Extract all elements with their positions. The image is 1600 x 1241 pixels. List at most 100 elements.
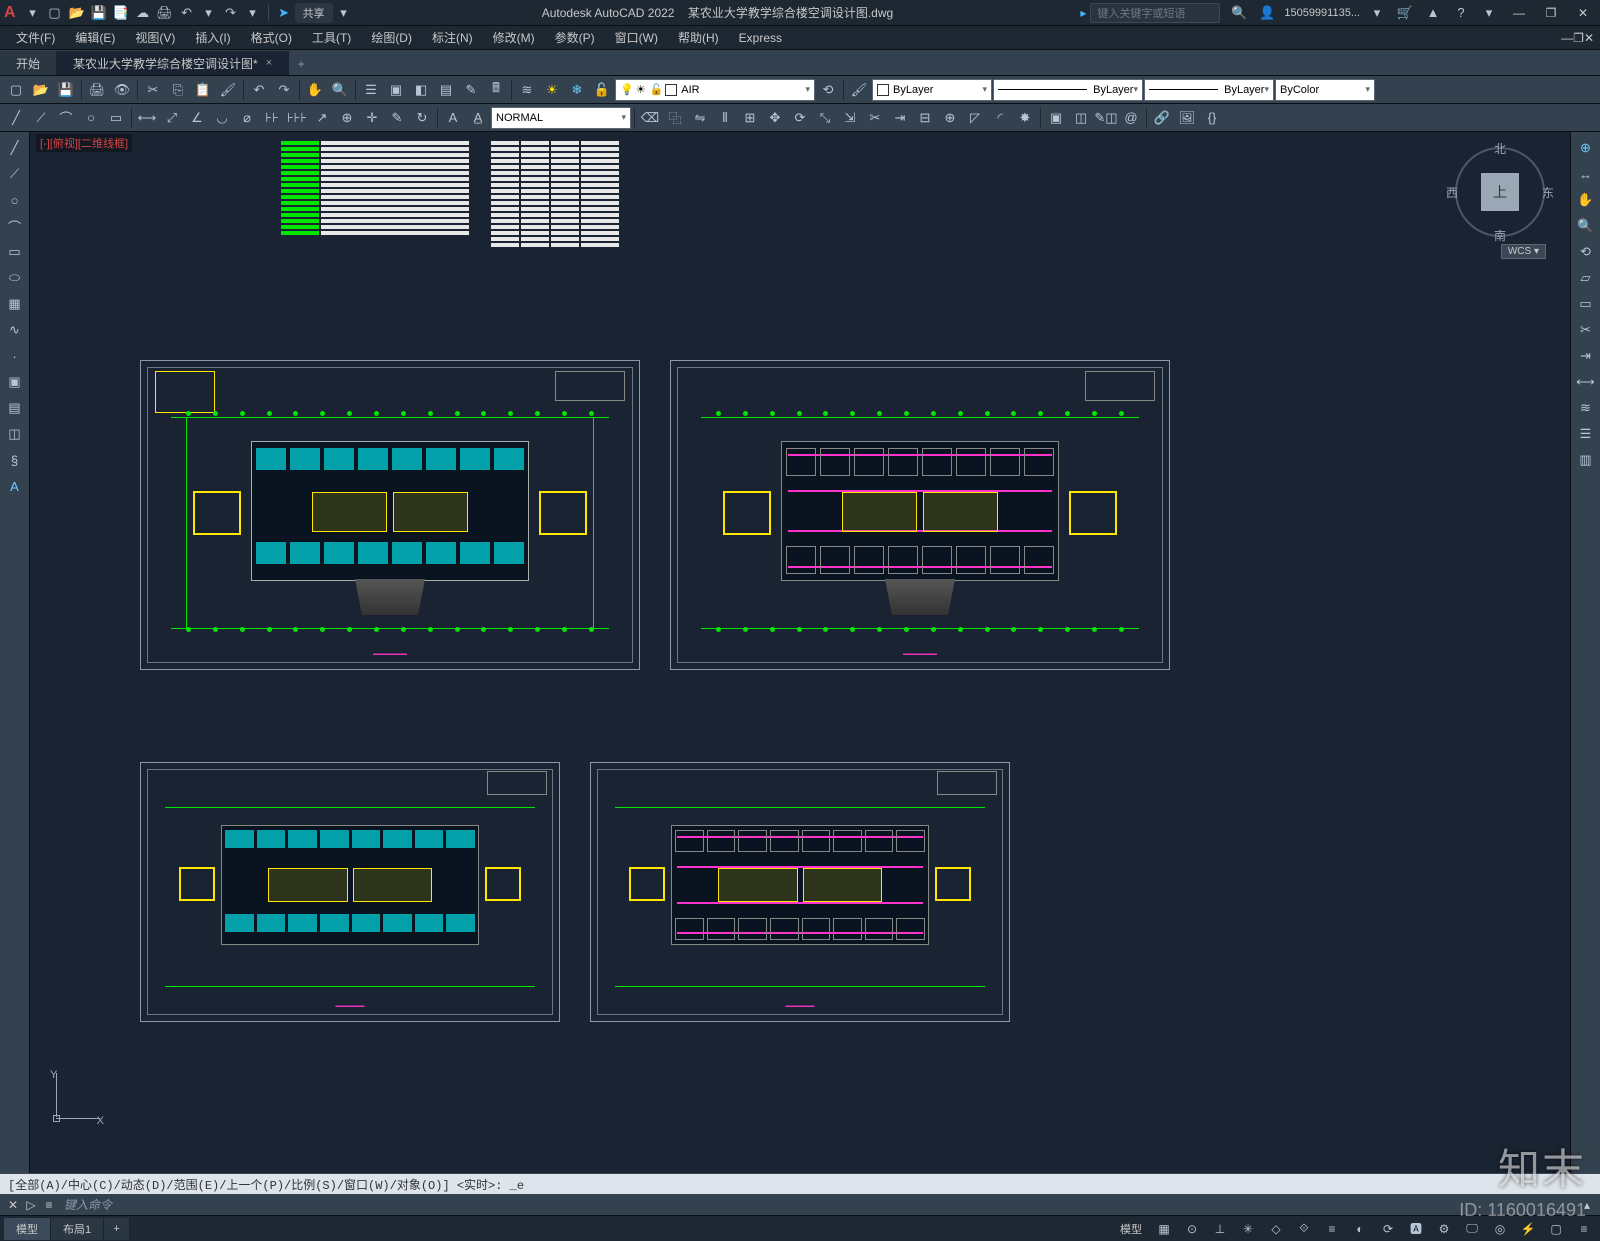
tool-ellipse-icon[interactable]: ⬭	[2, 266, 28, 290]
cloud-icon[interactable]: ☁	[133, 3, 153, 23]
tb-cut-icon[interactable]: ✂	[141, 78, 165, 102]
command-menu-icon[interactable]: ≡	[40, 1196, 58, 1214]
tb-pline-icon[interactable]: ⟋	[29, 106, 53, 130]
undo-icon[interactable]: ↶	[177, 3, 197, 23]
viewcube-compass-ring[interactable]	[1455, 147, 1545, 237]
tb-pan-icon[interactable]: ✋	[303, 78, 327, 102]
tb-leader-icon[interactable]: ↗	[310, 106, 334, 130]
tb-layprev-icon[interactable]: ⟲	[816, 78, 840, 102]
linetype-dropdown[interactable]: ByLayer ▾	[993, 79, 1143, 101]
tb-new-icon[interactable]: ▢	[4, 78, 28, 102]
saveas-icon[interactable]: 📑	[111, 3, 131, 23]
tb-sheet-icon[interactable]: ▤	[434, 78, 458, 102]
tb-save-icon[interactable]: 💾	[54, 78, 78, 102]
tb-markup-icon[interactable]: ✎	[459, 78, 483, 102]
qat-more-icon[interactable]: ▾	[334, 3, 354, 23]
model-viewport[interactable]: [-][俯视][二维线框] 上 北 南 西 东 WCS ▾ /*rows add…	[30, 132, 1570, 1173]
layer-dropdown[interactable]: 💡 ☀ 🔓 AIR ▾	[615, 79, 815, 101]
tb-undo-icon[interactable]: ↶	[247, 78, 271, 102]
new-file-icon[interactable]: ▢	[45, 3, 65, 23]
tb-scale-icon[interactable]: ⤡	[813, 106, 837, 130]
tb-attdef-icon[interactable]: @	[1119, 106, 1143, 130]
print-icon[interactable]: 🖨	[155, 3, 175, 23]
color-dropdown[interactable]: ByLayer ▾	[872, 79, 992, 101]
search-caret-icon[interactable]: ▸	[1080, 6, 1086, 20]
nav-wheel-icon[interactable]: ⊕	[1573, 136, 1599, 160]
tb-qcalc-icon[interactable]: 🖩	[484, 78, 508, 102]
save-icon[interactable]: 💾	[89, 3, 109, 23]
status-otrack-icon[interactable]: ⟐	[1292, 1218, 1316, 1240]
wcs-badge[interactable]: WCS ▾	[1501, 244, 1546, 259]
tb-erase-icon[interactable]: ⌫	[638, 106, 662, 130]
tb-line-icon[interactable]: ╱	[4, 106, 28, 130]
menu-help[interactable]: 帮助(H)	[668, 26, 729, 49]
tb-image-icon[interactable]: 🖼	[1175, 106, 1199, 130]
tool-block-icon[interactable]: ▣	[2, 370, 28, 394]
tb-dtext-icon[interactable]: A̲	[466, 106, 490, 130]
tb-freeze-icon[interactable]: ❄	[565, 78, 589, 102]
user-name[interactable]: 15059991135...	[1284, 7, 1360, 19]
menu-draw[interactable]: 绘图(D)	[361, 26, 422, 49]
tb-arc-icon[interactable]: ⌒	[54, 106, 78, 130]
tb-explode-icon[interactable]: ✸	[1013, 106, 1037, 130]
tb-designctr-icon[interactable]: ▣	[384, 78, 408, 102]
menu-parametric[interactable]: 参数(P)	[545, 26, 605, 49]
tb-copy-obj-icon[interactable]: ⿻	[663, 106, 687, 130]
viewcube-north[interactable]: 北	[1494, 140, 1506, 157]
tb-dim-continue-icon[interactable]: ⊦⊦	[260, 106, 284, 130]
ucs-icon[interactable]: Y X	[42, 1073, 102, 1133]
tool-point-icon[interactable]: ·	[2, 344, 28, 368]
tool-spline-icon[interactable]: ∿	[2, 318, 28, 342]
viewport-label[interactable]: [-][俯视][二维线框]	[36, 134, 132, 152]
tb-field-icon[interactable]: {}	[1200, 106, 1224, 130]
view-cube[interactable]: 上 北 南 西 东	[1450, 142, 1550, 242]
tool-rectangle-icon[interactable]: ▭	[2, 240, 28, 264]
tb-chamfer-icon[interactable]: ◸	[963, 106, 987, 130]
tb-join-icon[interactable]: ⊕	[938, 106, 962, 130]
tb-dim-radius-icon[interactable]: ◡	[210, 106, 234, 130]
viewcube-east[interactable]: 东	[1542, 184, 1554, 201]
tb-trim2-icon[interactable]: ✂	[863, 106, 887, 130]
tool-line-icon[interactable]: ╱	[2, 136, 28, 160]
status-osnap-icon[interactable]: ◇	[1264, 1218, 1288, 1240]
menu-format[interactable]: 格式(O)	[241, 26, 302, 49]
tool-distance-icon[interactable]: ↔	[1573, 162, 1599, 186]
autodesk-app-icon[interactable]: ▲	[1423, 3, 1443, 23]
tb-layer-mgr-icon[interactable]: ≋	[515, 78, 539, 102]
open-file-icon[interactable]: 📂	[67, 3, 87, 23]
tb-dim-angular-icon[interactable]: ∠	[185, 106, 209, 130]
menu-file[interactable]: 文件(F)	[6, 26, 65, 49]
redo-dropdown-icon[interactable]: ▾	[243, 3, 263, 23]
tb-move-icon[interactable]: ✥	[763, 106, 787, 130]
viewcube-west[interactable]: 西	[1446, 184, 1458, 201]
viewcube-south[interactable]: 南	[1494, 227, 1506, 244]
tool-zoom2-icon[interactable]: 🔍	[1573, 214, 1599, 238]
help-dropdown-icon[interactable]: ▾	[1479, 3, 1499, 23]
tb-dim-diameter-icon[interactable]: ⌀	[235, 106, 259, 130]
user-dropdown-icon[interactable]: ▾	[1367, 3, 1387, 23]
restore-button[interactable]: ❐	[1538, 3, 1564, 23]
close-button[interactable]: ✕	[1570, 3, 1596, 23]
tool-props2-icon[interactable]: ☰	[1573, 422, 1599, 446]
tb-offset-icon[interactable]: ⫴	[713, 106, 737, 130]
tb-block-create-icon[interactable]: ◫	[1069, 106, 1093, 130]
tool-pan2-icon[interactable]: ✋	[1573, 188, 1599, 212]
cart-icon[interactable]: 🛒	[1395, 3, 1415, 23]
tb-sun-icon[interactable]: ☀	[540, 78, 564, 102]
status-ortho-icon[interactable]: ⊥	[1208, 1218, 1232, 1240]
tb-match-icon[interactable]: 🖌	[216, 78, 240, 102]
status-cycling-icon[interactable]: ⟳	[1376, 1218, 1400, 1240]
tb-mtext-icon[interactable]: A	[441, 106, 465, 130]
command-close-icon[interactable]: ✕	[4, 1196, 22, 1214]
share-button[interactable]: 共享	[295, 3, 333, 23]
tool-polyline-icon[interactable]: ⟋	[2, 162, 28, 186]
tab-drawing[interactable]: 某农业大学教学综合楼空调设计图* ×	[57, 51, 289, 75]
tool-circle-icon[interactable]: ○	[2, 188, 28, 212]
tb-stretch-icon[interactable]: ⇲	[838, 106, 862, 130]
space-label[interactable]: 模型	[1120, 1221, 1142, 1237]
search-input[interactable]: 键入关键字或短语	[1090, 3, 1220, 23]
search-icon[interactable]: 🔍	[1229, 3, 1249, 23]
tb-dim-baseline-icon[interactable]: ⊦⊦⊦	[285, 106, 309, 130]
tool-showmotion-icon[interactable]: ▭	[1573, 292, 1599, 316]
tab-start[interactable]: 开始	[0, 51, 57, 75]
